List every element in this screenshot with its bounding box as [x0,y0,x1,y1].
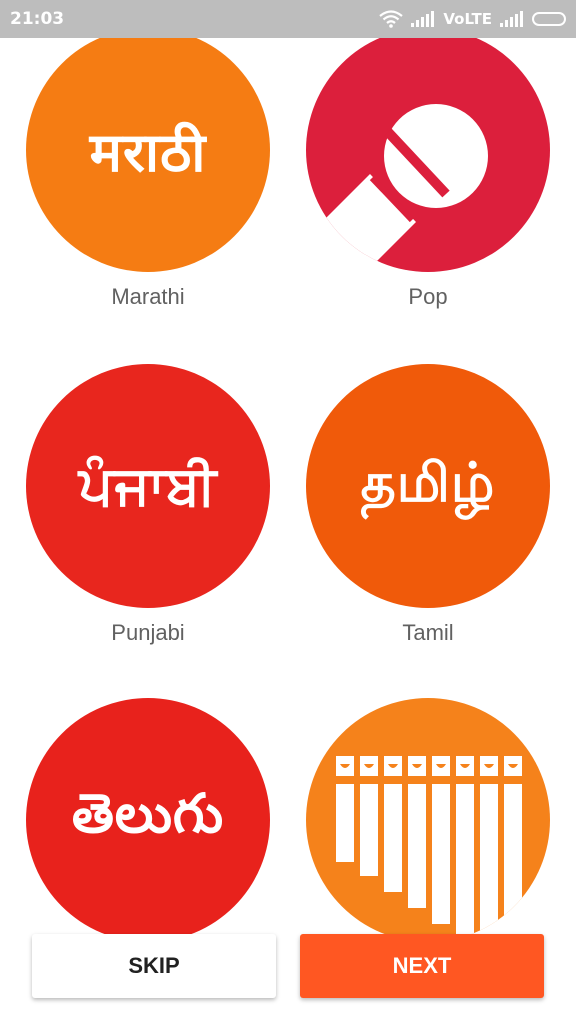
genre-tile-punjabi[interactable]: ਪੰਜਾਬੀ Punjabi [26,364,270,645]
wifi-icon [379,10,404,28]
status-time: 21:03 [10,9,65,29]
network-type-label: VoLTE [443,10,492,28]
xylophone-icon [336,756,522,942]
script-text: मराठी [89,121,207,184]
genre-tile-tamil[interactable]: தமிழ் Tamil [306,364,550,645]
signal-icon [411,11,435,27]
genre-selection-screen: 21:03 VoLTE मराठी Marathi Pop ਪੰਜਾਬੀ Pun… [0,0,576,1024]
genre-caption: Punjabi [111,620,185,645]
genre-caption: Marathi [111,284,185,309]
status-icons: VoLTE [379,8,566,30]
genre-caption: Tamil [402,620,454,645]
signal-icon [500,11,524,27]
microphone-icon [310,104,488,272]
next-button[interactable]: NEXT [300,934,544,998]
genre-tile-telugu[interactable]: తెలుగు [26,698,270,942]
script-text: தமிழ் [360,450,496,514]
genre-caption: Pop [408,284,448,309]
genre-tile-marathi[interactable]: मराठी Marathi [26,28,270,309]
genre-tile-pop[interactable]: Pop [306,28,550,309]
genre-tile-instrumental[interactable] [306,698,550,942]
battery-icon [532,12,566,26]
script-text: ਪੰਜਾਬੀ [78,454,218,517]
genre-circle [306,28,550,272]
status-bar: 21:03 VoLTE [0,0,576,38]
skip-button[interactable]: SKIP [32,934,276,998]
genre-circle [306,698,550,942]
script-text: తెలుగు [71,781,225,845]
